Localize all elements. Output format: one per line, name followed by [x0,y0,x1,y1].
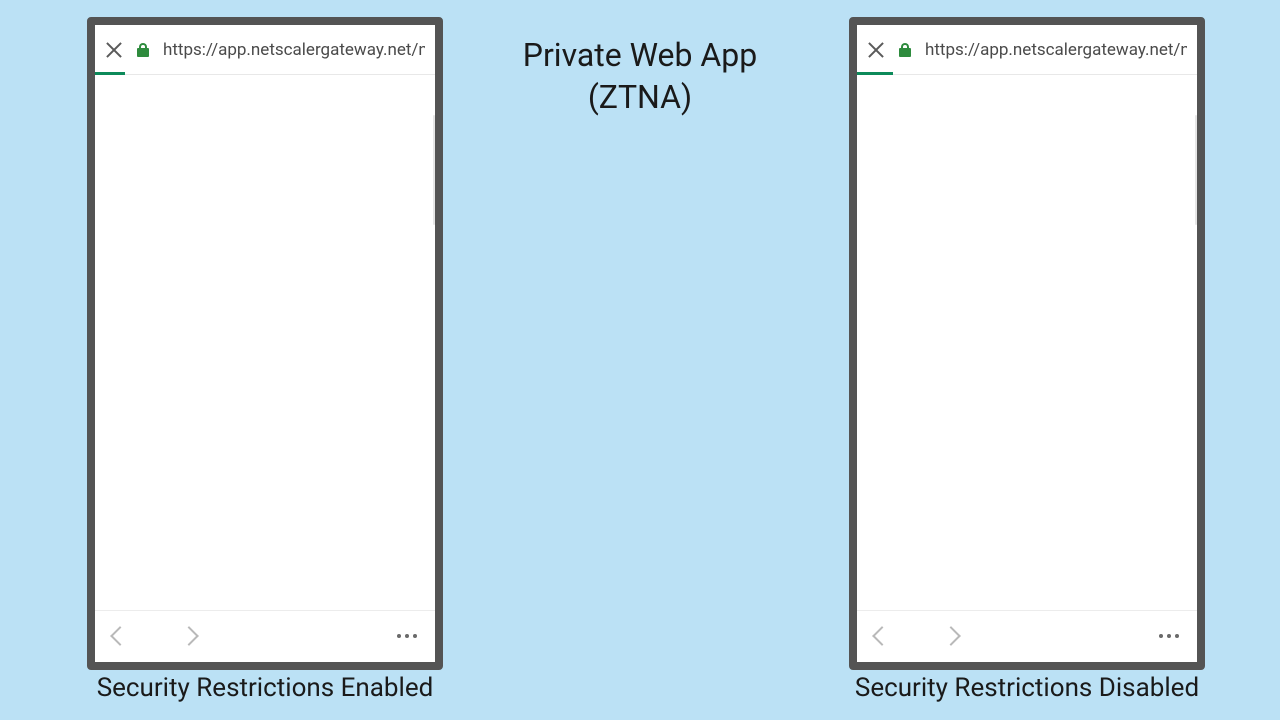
url-text[interactable]: https://app.netscalergateway.net/ngs/... [163,40,425,60]
page-title: Private Web App (ZTNA) [523,35,757,118]
more-menu-icon[interactable] [397,634,417,638]
bottom-toolbar [95,610,435,660]
back-icon[interactable] [110,626,130,646]
close-icon[interactable] [867,41,885,59]
scrollbar[interactable] [1195,115,1197,225]
more-menu-icon[interactable] [1159,634,1179,638]
address-bar: https://app.netscalergateway.net/ngs/... [95,25,435,75]
caption-right: Security Restrictions Disabled [849,673,1205,703]
title-line-2: (ZTNA) [523,77,757,119]
scrollbar[interactable] [433,115,435,225]
lock-icon [137,43,149,57]
caption-left: Security Restrictions Enabled [87,673,443,703]
bottom-toolbar [857,610,1197,660]
forward-icon[interactable] [941,626,961,646]
back-icon[interactable] [872,626,892,646]
title-line-1: Private Web App [523,35,757,77]
url-text[interactable]: https://app.netscalergateway.net/ngs/... [925,40,1187,60]
address-bar: https://app.netscalergateway.net/ngs/... [857,25,1197,75]
webview-content[interactable] [857,75,1197,610]
forward-icon[interactable] [179,626,199,646]
phone-frame-right: https://app.netscalergateway.net/ngs/... [849,17,1205,670]
phone-frame-left: https://app.netscalergateway.net/ngs/... [87,17,443,670]
lock-icon [899,43,911,57]
close-icon[interactable] [105,41,123,59]
webview-content[interactable] [95,75,435,610]
